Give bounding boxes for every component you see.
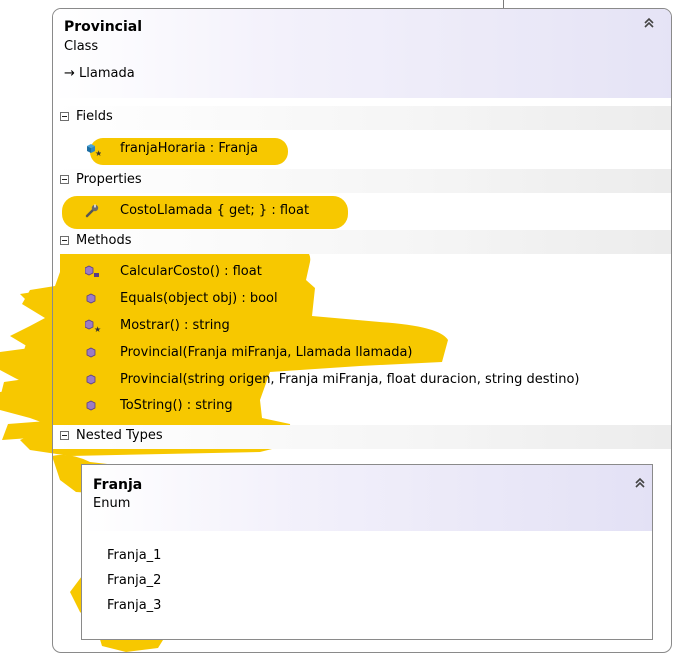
section-nested-types[interactable]: Nested Types [53, 425, 671, 449]
class-diagram-canvas: Provincial Class → Llamada Fields ★ fran… [0, 0, 674, 657]
class-base-type: → Llamada [64, 66, 135, 81]
section-collapse-toggle-icon[interactable] [60, 431, 69, 440]
svg-text:★: ★ [94, 325, 101, 333]
member-label: franjaHoraria : Franja [120, 141, 258, 156]
enum-kind-label: Enum [93, 496, 131, 511]
class-header [53, 9, 671, 98]
section-collapse-toggle-icon[interactable] [60, 236, 69, 245]
method-protected-icon [85, 265, 99, 277]
nested-enum-shape-franja[interactable]: Franja Enum Franja_1 Franja_2 Franja_3 [81, 464, 653, 640]
method-icon [86, 293, 96, 304]
collapse-enum-icon[interactable] [635, 477, 645, 489]
member-label: Provincial(Franja miFranja, Llamada llam… [120, 345, 413, 360]
section-fields[interactable]: Fields [53, 106, 671, 130]
section-label: Nested Types [76, 428, 163, 443]
section-collapse-toggle-icon[interactable] [60, 112, 69, 121]
member-label: Equals(object obj) : bool [120, 291, 278, 306]
enum-value[interactable]: Franja_2 [107, 573, 161, 588]
member-label: ToString() : string [120, 398, 233, 413]
member-label: CalcularCosto() : float [120, 264, 262, 279]
class-title: Provincial [64, 19, 143, 35]
section-label: Properties [76, 172, 142, 187]
section-collapse-toggle-icon[interactable] [60, 175, 69, 184]
collapse-class-icon[interactable] [644, 17, 654, 29]
method-override-icon: ★ [85, 319, 101, 333]
member-label: CostoLlamada { get; } : float [120, 203, 310, 218]
member-label: Mostrar() : string [120, 318, 230, 333]
class-shape-provincial[interactable]: Provincial Class → Llamada Fields ★ fran… [52, 8, 672, 653]
enum-title: Franja [93, 477, 143, 493]
member-label: Provincial(string origen, Franja miFranj… [120, 372, 580, 387]
field-icon: ★ [87, 144, 101, 156]
method-icon [86, 400, 96, 411]
wrench-icon [85, 204, 99, 218]
enum-header [82, 465, 652, 531]
method-icon [86, 347, 96, 358]
enum-value[interactable]: Franja_3 [107, 598, 161, 613]
section-label: Methods [76, 233, 132, 248]
enum-value[interactable]: Franja_1 [107, 548, 161, 563]
section-methods[interactable]: Methods [53, 230, 671, 254]
section-label: Fields [76, 109, 113, 124]
method-icon [86, 374, 96, 385]
class-kind-label: Class [64, 39, 99, 54]
section-properties[interactable]: Properties [53, 169, 671, 193]
svg-text:★: ★ [95, 149, 101, 156]
